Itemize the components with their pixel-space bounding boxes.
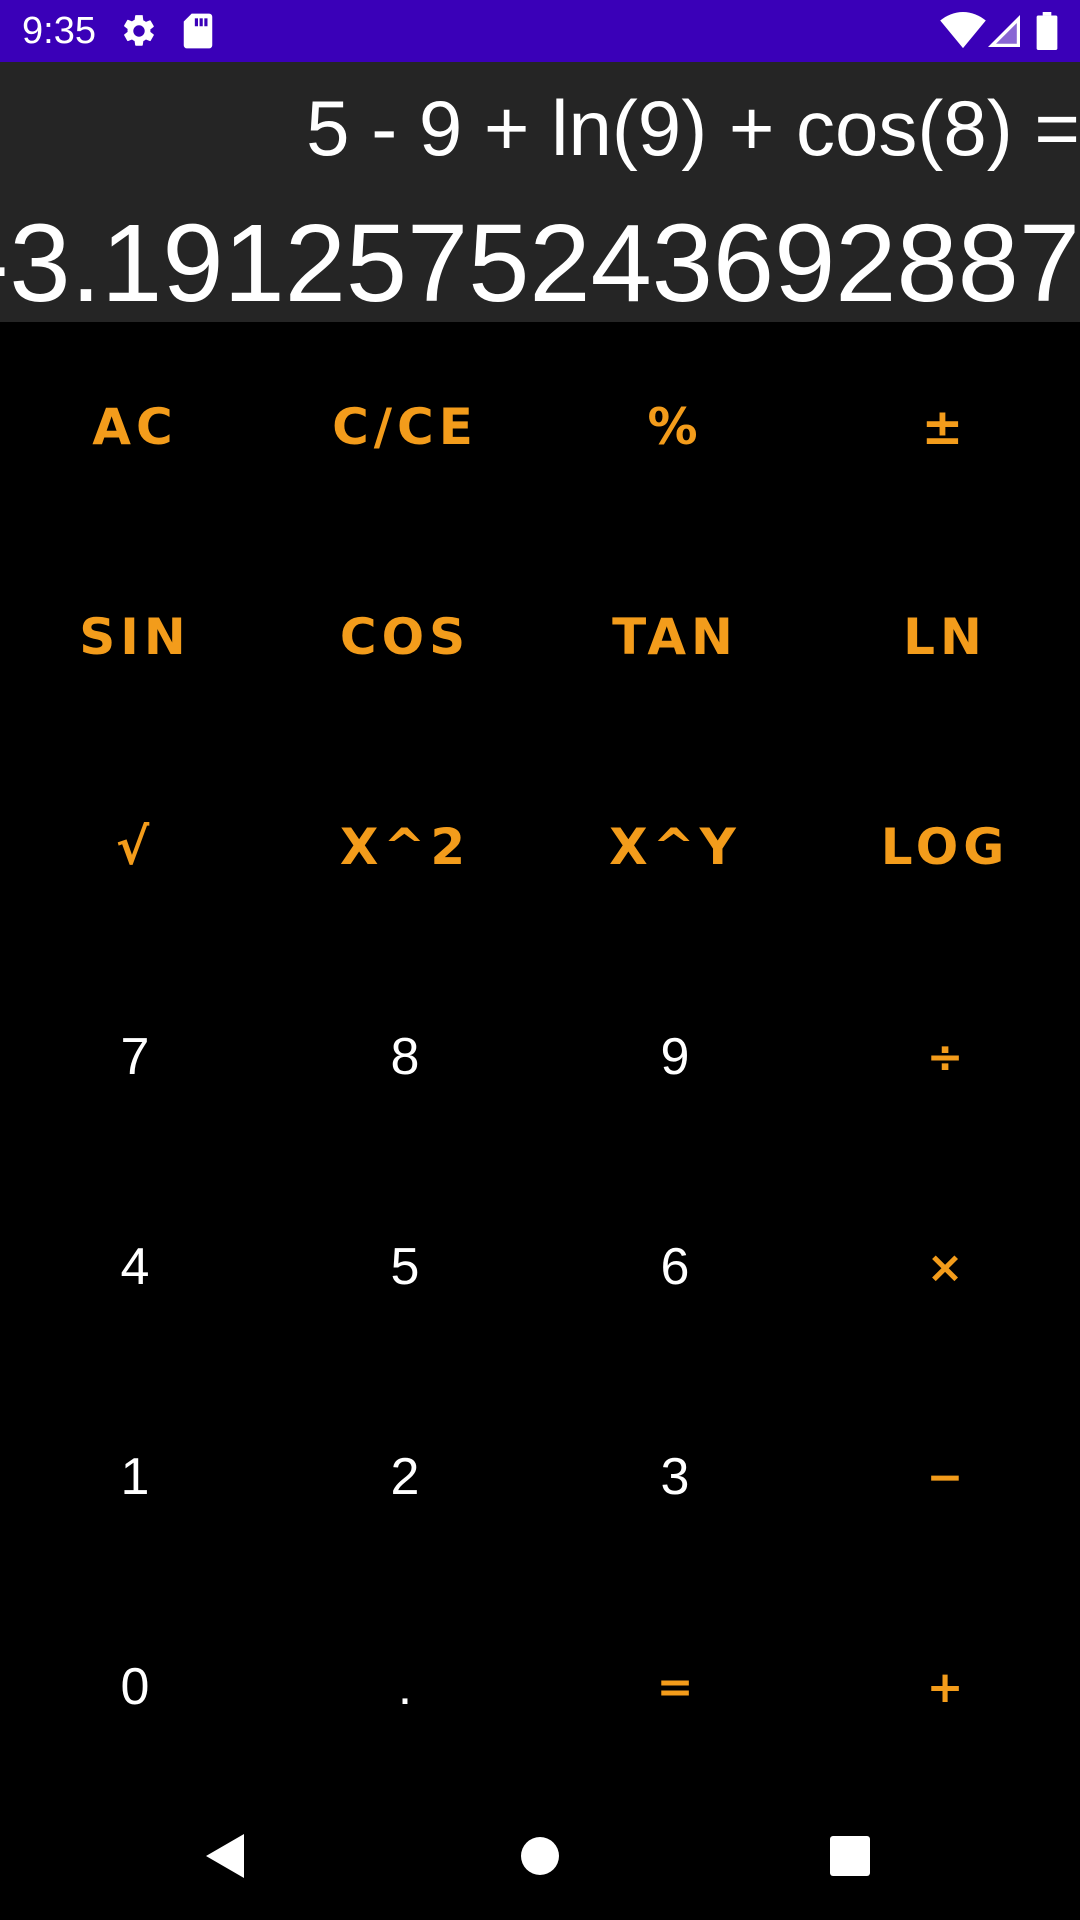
back-icon[interactable] <box>188 1818 264 1894</box>
clear-entry-button[interactable]: C/CE <box>270 322 540 532</box>
digit-6-button[interactable]: 6 <box>540 1162 810 1372</box>
status-time: 9:35 <box>22 10 96 52</box>
battery-icon <box>1036 12 1058 50</box>
calculator-display: 5 - 9 + ln(9) + cos(8) = -3.191257524369… <box>0 62 1080 322</box>
cos-button[interactable]: COS <box>270 532 540 742</box>
digit-4-button[interactable]: 4 <box>0 1162 270 1372</box>
signal-icon <box>988 15 1020 47</box>
navigation-bar <box>0 1792 1080 1920</box>
digit-9-button[interactable]: 9 <box>540 952 810 1162</box>
subtract-button[interactable]: − <box>810 1372 1080 1582</box>
square-button[interactable]: X^2 <box>270 742 540 952</box>
recents-icon[interactable] <box>812 1818 888 1894</box>
plus-minus-button[interactable]: ± <box>810 322 1080 532</box>
home-icon[interactable] <box>502 1818 578 1894</box>
digit-3-button[interactable]: 3 <box>540 1372 810 1582</box>
log-button[interactable]: LOG <box>810 742 1080 952</box>
digit-2-button[interactable]: 2 <box>270 1372 540 1582</box>
sd-card-icon <box>183 13 213 49</box>
status-bar: 9:35 <box>0 0 1080 62</box>
wifi-icon <box>940 12 986 49</box>
percent-button[interactable]: % <box>540 322 810 532</box>
digit-5-button[interactable]: 5 <box>270 1162 540 1372</box>
tan-button[interactable]: TAN <box>540 532 810 742</box>
gear-icon <box>124 15 154 46</box>
digit-0-button[interactable]: 0 <box>0 1582 270 1792</box>
multiply-button[interactable]: × <box>810 1162 1080 1372</box>
result-text: -3.1912575243692887 <box>0 202 1080 322</box>
keypad: AC C/CE% ± SIN COS TAN LN √ X^2 X^Y LOG 7 8 9 ÷ 4 5 6 × 1 2 3… <box>0 322 1080 1792</box>
decimal-button[interactable]: . <box>270 1582 540 1792</box>
digit-8-button[interactable]: 8 <box>270 952 540 1162</box>
ac-button[interactable]: AC <box>0 322 270 532</box>
digit-7-button[interactable]: 7 <box>0 952 270 1162</box>
add-button[interactable]: + <box>810 1582 1080 1792</box>
digit-1-button[interactable]: 1 <box>0 1372 270 1582</box>
expression-text: 5 - 9 + ln(9) + cos(8) = <box>306 84 1080 172</box>
power-button[interactable]: X^Y <box>540 742 810 952</box>
sqrt-button[interactable]: √ <box>0 742 270 952</box>
ln-button[interactable]: LN <box>810 532 1080 742</box>
equals-button[interactable]: = <box>540 1582 810 1792</box>
sin-button[interactable]: SIN <box>0 532 270 742</box>
divide-button[interactable]: ÷ <box>810 952 1080 1162</box>
